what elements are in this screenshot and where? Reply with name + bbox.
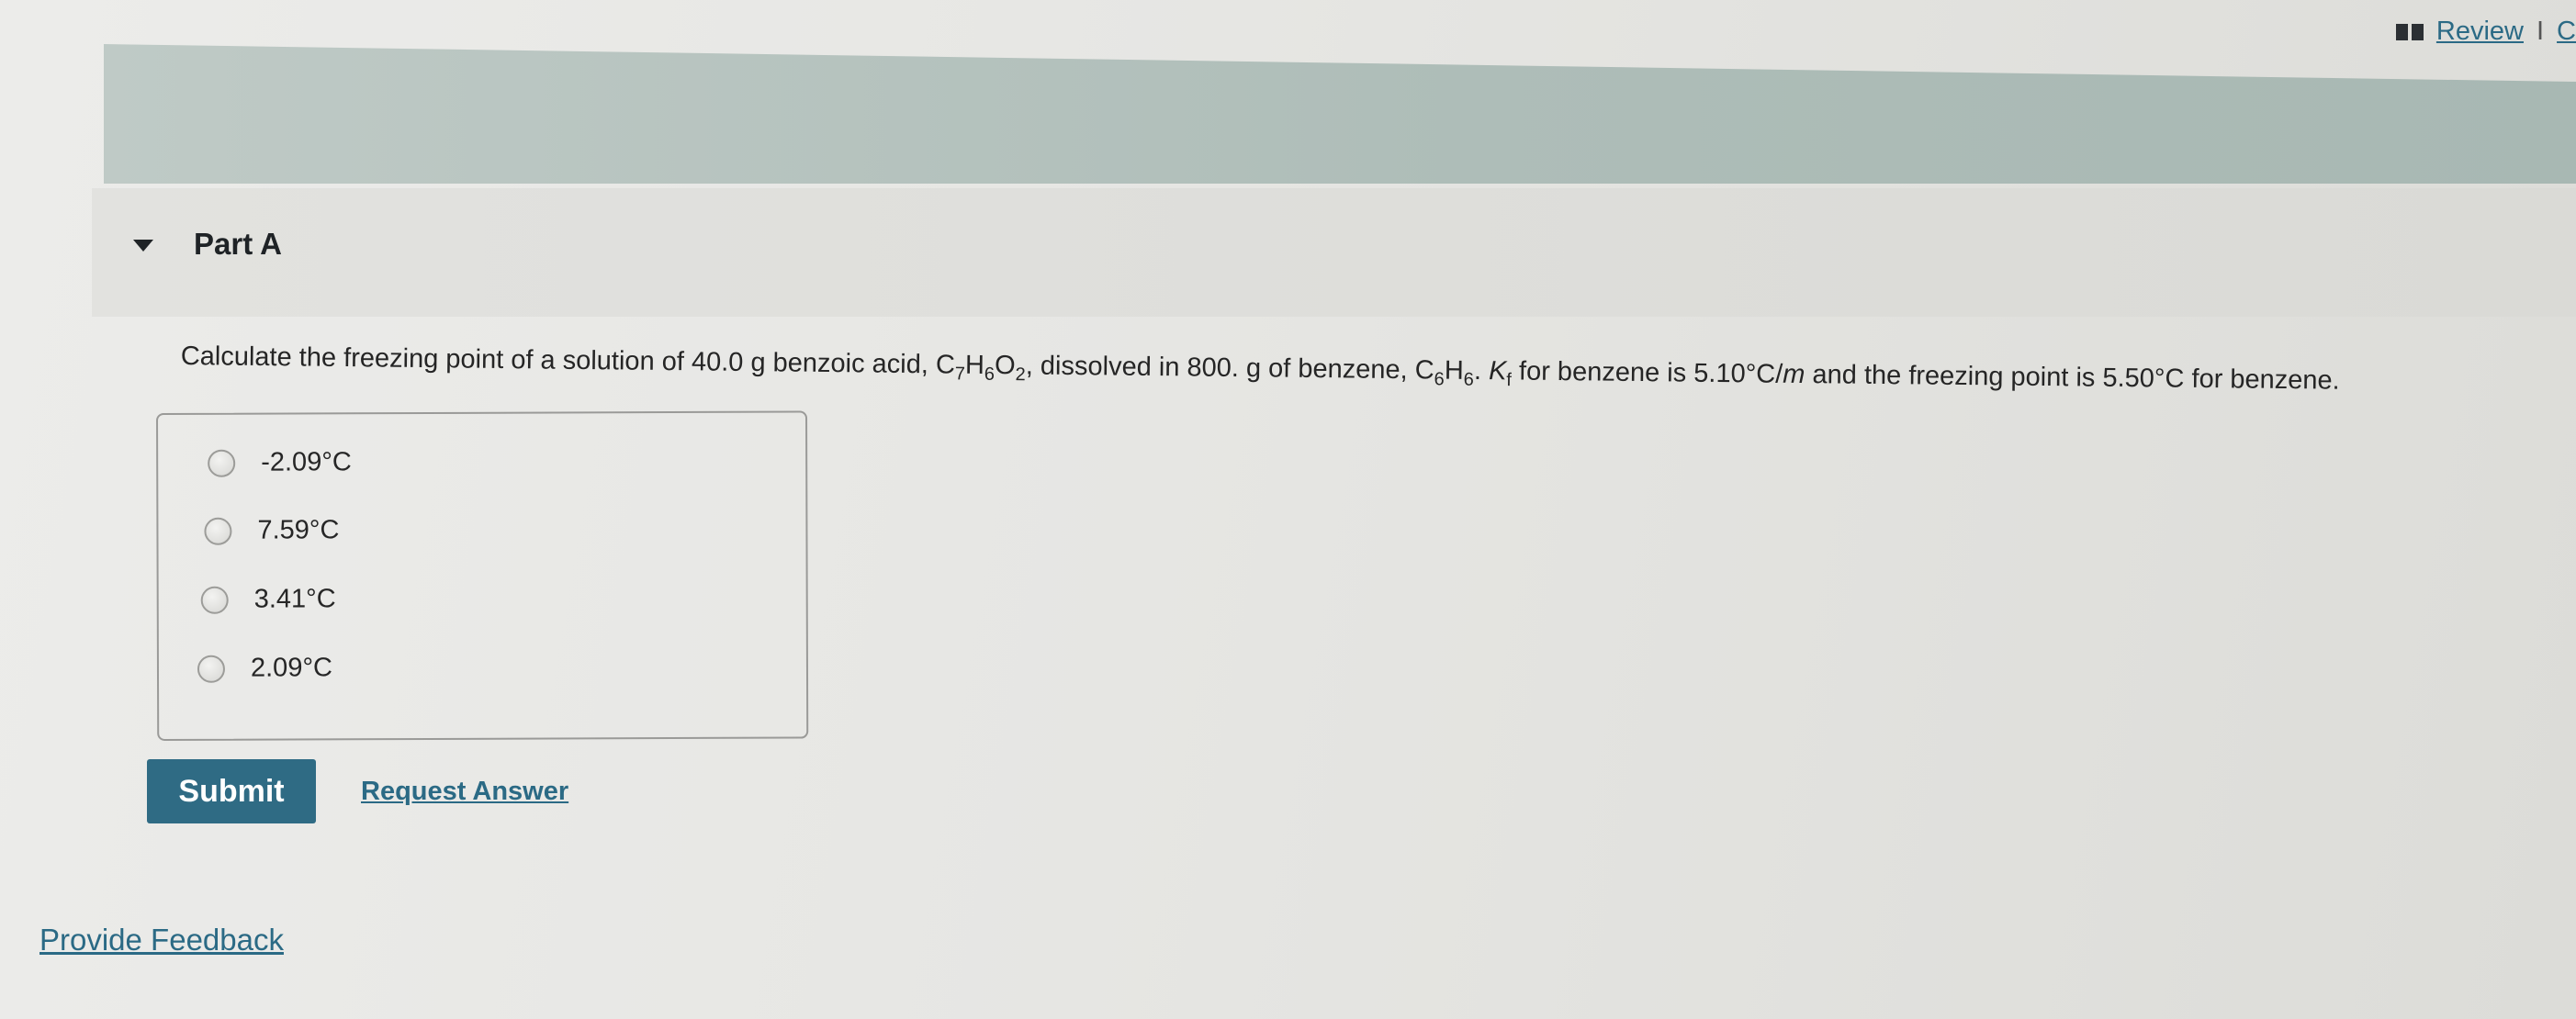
option-label: -2.09°C [261,447,352,477]
radio-button[interactable] [197,655,226,683]
separator: I [2536,17,2545,46]
radio-button[interactable] [200,586,229,614]
radio-button[interactable] [204,517,232,545]
provide-feedback-link[interactable]: Provide Feedback [39,923,284,957]
top-review-bar: Review I C [2395,17,2576,47]
constants-link[interactable]: C [2557,17,2576,47]
option-label: 7.59°C [257,515,340,545]
book-icon [2395,23,2424,40]
option-3[interactable]: 3.41°C [200,584,336,615]
option-4[interactable]: 2.09°C [197,653,332,684]
radio-button[interactable] [208,449,236,477]
option-1[interactable]: -2.09°C [208,447,352,478]
part-header[interactable]: Part A [92,188,2576,317]
option-label: 2.09°C [250,653,333,683]
review-link[interactable]: Review [2436,17,2524,47]
part-title: Part A [194,227,282,261]
answer-options: -2.09°C 7.59°C 3.41°C 2.09°C [156,410,809,741]
collapse-triangle-icon[interactable] [133,240,153,252]
option-2[interactable]: 7.59°C [204,515,339,546]
question-text: Calculate the freezing point of a soluti… [180,342,2340,396]
header-band [104,44,2576,184]
request-answer-link[interactable]: Request Answer [361,777,568,807]
submit-button[interactable]: Submit [147,759,316,823]
option-label: 3.41°C [253,584,336,614]
